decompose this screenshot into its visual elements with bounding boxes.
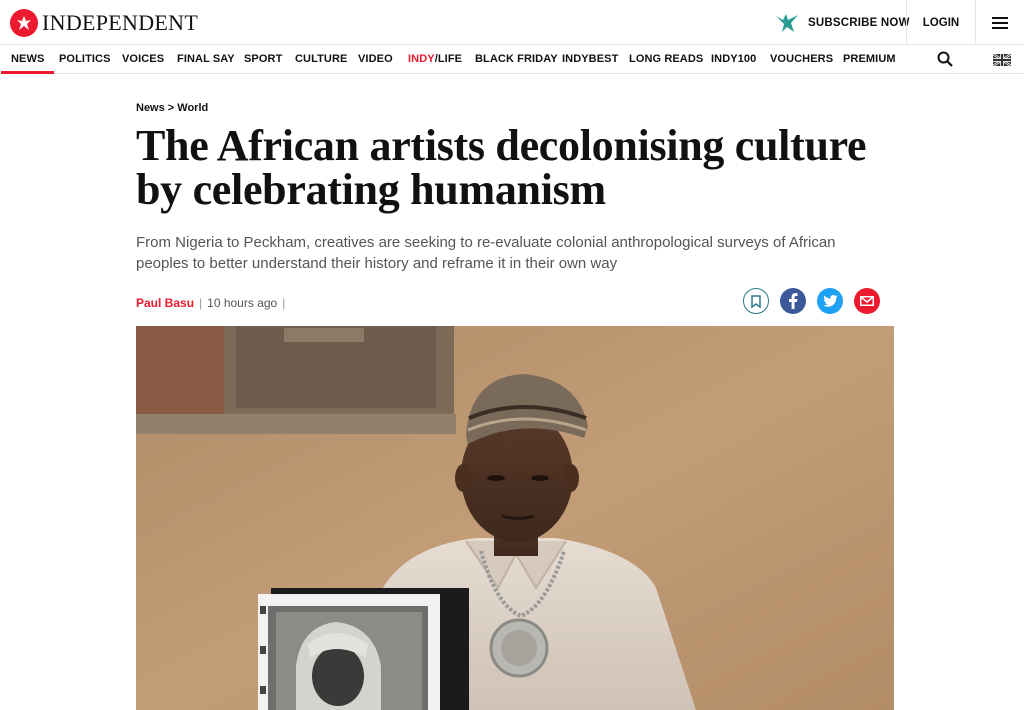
hero-photo [136, 326, 894, 710]
subscribe-label: SUBSCRIBE NOW [808, 16, 910, 29]
bookmark-icon [751, 294, 761, 308]
bookmark-button[interactable] [743, 288, 769, 314]
search-icon[interactable] [937, 51, 953, 67]
nav-life-label: /LIFE [434, 53, 463, 65]
nav-item-voices[interactable]: VOICES [122, 45, 164, 74]
author-link[interactable]: Paul Basu [136, 296, 194, 310]
twitter-share-button[interactable] [817, 288, 843, 314]
nav-item-indybest[interactable]: INDYBEST [562, 45, 618, 74]
nav-item-culture[interactable]: CULTURE [295, 45, 347, 74]
eagle-logo-icon [10, 9, 38, 37]
nav-item-politics[interactable]: POLITICS [59, 45, 111, 74]
subscribe-button[interactable]: SUBSCRIBE NOW [774, 0, 910, 45]
nav-item-black-friday[interactable]: BLACK FRIDAY [475, 45, 558, 74]
nav-item-indy-life[interactable]: INDY/LIFE [408, 45, 462, 74]
hamburger-menu-button[interactable] [976, 0, 1024, 45]
byline-separator: | [282, 296, 286, 310]
email-icon [860, 296, 874, 306]
byline-separator: | [199, 296, 203, 310]
breadcrumb[interactable]: News > World [136, 102, 208, 114]
facebook-icon [789, 293, 798, 309]
nav-item-indy100[interactable]: INDY100 [711, 45, 756, 74]
article-standfirst: From Nigeria to Peckham, creatives are s… [136, 234, 836, 272]
site-logo[interactable]: INDEPENDENT [10, 9, 198, 37]
facebook-share-button[interactable] [780, 288, 806, 314]
hamburger-icon [992, 16, 1008, 29]
nav-item-premium[interactable]: PREMIUM [843, 45, 896, 74]
nav-item-sport[interactable]: SPORT [244, 45, 282, 74]
subscribe-eagle-icon [776, 13, 798, 32]
article-headline: The African artists decolonising culture… [136, 121, 867, 214]
nav-item-news[interactable]: NEWS [0, 45, 55, 74]
twitter-icon [822, 295, 838, 307]
nav-item-final-say[interactable]: FINAL SAY [177, 45, 235, 74]
nav-item-long-reads[interactable]: LONG READS [629, 45, 703, 74]
login-button[interactable]: LOGIN [907, 0, 975, 45]
publish-time: 10 hours ago [207, 296, 278, 310]
email-share-button[interactable] [854, 288, 880, 314]
uk-flag-icon[interactable] [993, 54, 1011, 66]
byline: Paul Basu | 10 hours ago | [136, 296, 290, 310]
nav-item-vouchers[interactable]: VOUCHERS [770, 45, 833, 74]
top-header: INDEPENDENT SUBSCRIBE NOW LOGIN [0, 0, 1024, 45]
hero-photo-illustration [136, 326, 894, 710]
nav-item-video[interactable]: VIDEO [358, 45, 393, 74]
nav-indy-label: INDY [408, 53, 435, 65]
main-nav: NEWS POLITICS VOICES FINAL SAY SPORT CUL… [0, 45, 1024, 74]
share-buttons [743, 288, 880, 314]
logo-wordmark: INDEPENDENT [42, 10, 199, 35]
